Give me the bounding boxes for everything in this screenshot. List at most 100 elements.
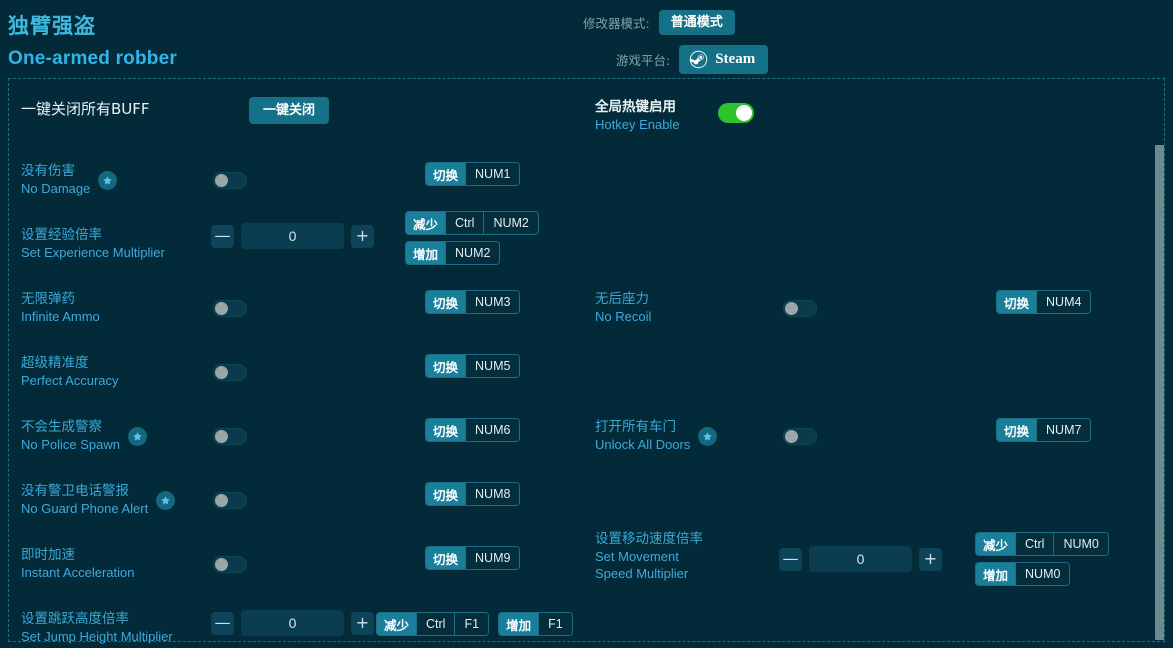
cheat-toggle[interactable]	[213, 428, 247, 445]
stepper-value-input[interactable]: 0	[809, 546, 912, 572]
hotkey-chip[interactable]: 切换 NUM8	[425, 482, 521, 506]
hotkey-chip[interactable]: 减少 Ctrl F1	[376, 612, 490, 636]
hotkey-enable-label-zh: 全局热键启用	[595, 99, 676, 115]
cheat-toggle[interactable]	[213, 492, 247, 509]
cheat-label-en: Instant Acceleration	[21, 565, 135, 580]
favorite-star-icon[interactable]	[156, 490, 176, 510]
cheat-label-en: No Damage	[21, 181, 91, 196]
cheat-label: 没有伤害 No Damage	[21, 163, 118, 197]
hotkey-chip[interactable]: 切换 NUM3	[425, 290, 521, 314]
cheat-stepper: — 0 +	[211, 223, 374, 249]
cheat-label-en: No Police Spawn	[21, 437, 120, 452]
hotkey-action-label: 增加	[976, 563, 1016, 585]
close-all-buffs-button[interactable]: 一键关闭	[249, 97, 330, 124]
favorite-star-icon[interactable]	[128, 426, 147, 446]
hotkey-group: 切换 NUM9	[425, 546, 521, 570]
hotkey-group: 切换 NUM5	[425, 354, 521, 378]
game-platform-button[interactable]: Steam	[679, 45, 769, 74]
stepper-decrement-button[interactable]: —	[211, 611, 234, 635]
hotkey-key: NUM0	[1015, 563, 1070, 585]
hotkey-enable-row: 全局热键启用 Hotkey Enable	[595, 99, 680, 133]
cheat-label-en: Perfect Accuracy	[21, 373, 119, 388]
hotkey-enable-toggle[interactable]	[718, 103, 754, 123]
cheat-label-zh: 设置经验倍率	[21, 227, 102, 243]
hotkey-chip[interactable]: 切换 NUM4	[996, 290, 1092, 314]
trainer-window: 独臂强盗 One-armed robber 修改器模式: 普通模式 游戏平台: …	[0, 0, 1173, 648]
hotkey-action-label: 增加	[406, 242, 446, 264]
scrollbar-thumb[interactable]	[1155, 145, 1164, 640]
trainer-mode-button[interactable]: 普通模式	[658, 10, 735, 35]
hotkey-chip[interactable]: 增加 NUM2	[405, 241, 501, 265]
cheat-toggle[interactable]	[783, 300, 817, 317]
hotkey-chip[interactable]: 增加 F1	[498, 612, 573, 636]
stepper-value-input[interactable]: 0	[241, 223, 344, 249]
hotkey-chip[interactable]: 增加 NUM0	[975, 562, 1071, 586]
cheat-label-zh: 无限弹药	[21, 291, 75, 307]
hotkey-key: Ctrl	[416, 613, 455, 635]
cheat-label: 即时加速 Instant Acceleration	[21, 547, 134, 581]
trainer-mode-field: 修改器模式: 普通模式	[583, 10, 735, 35]
cheat-label-en: Set Movement Speed Multiplier	[595, 549, 689, 581]
cheat-label-zh: 超级精准度	[21, 355, 89, 371]
stepper-increment-button[interactable]: +	[919, 547, 942, 571]
hotkey-enable-label-en: Hotkey Enable	[595, 117, 680, 132]
hotkey-group: 减少 Ctrl NUM0 增加 NUM0	[975, 532, 1109, 586]
game-platform-label: 游戏平台:	[616, 53, 671, 68]
stepper-increment-button[interactable]: +	[351, 611, 374, 635]
cheat-label-zh: 打开所有车门	[595, 419, 676, 435]
close-all-buffs-row: 一键关闭所有BUFF	[21, 101, 150, 118]
cheat-label-zh: 无后座力	[595, 291, 649, 307]
hotkey-action-label: 增加	[499, 613, 539, 635]
hotkey-chip[interactable]: 减少 Ctrl NUM2	[405, 211, 539, 235]
hotkey-group: 切换 NUM3	[425, 290, 521, 314]
cheat-label-zh: 设置跳跃高度倍率	[21, 611, 129, 627]
hotkey-chip[interactable]: 切换 NUM7	[996, 418, 1092, 442]
hotkey-chip[interactable]: 切换 NUM6	[425, 418, 521, 442]
hotkey-group: 切换 NUM1	[425, 162, 521, 186]
hotkey-chip[interactable]: 切换 NUM1	[425, 162, 521, 186]
hotkey-action-label: 减少	[406, 212, 446, 234]
cheat-label-zh: 没有伤害	[21, 163, 75, 179]
cheat-label-zh: 即时加速	[21, 547, 75, 563]
stepper-value-input[interactable]: 0	[241, 610, 344, 636]
hotkey-key: NUM2	[445, 242, 500, 264]
hotkey-key: NUM6	[465, 419, 520, 441]
hotkey-action-label: 减少	[976, 533, 1016, 555]
hotkey-action-label: 切换	[426, 163, 466, 185]
stepper-decrement-button[interactable]: —	[211, 224, 234, 248]
hotkey-chip[interactable]: 切换 NUM5	[425, 354, 521, 378]
toggle-knob	[215, 558, 228, 571]
cheat-toggle[interactable]	[213, 556, 247, 573]
cheat-label-en: No Recoil	[595, 309, 652, 324]
steam-label: Steam	[715, 51, 756, 67]
cheat-label: 设置经验倍率 Set Experience Multiplier	[21, 227, 165, 261]
toggle-knob	[215, 366, 228, 379]
toggle-knob	[736, 105, 752, 121]
hotkey-key: NUM0	[1053, 533, 1108, 555]
cheat-label-zh: 没有警卫电话警报	[21, 483, 129, 499]
hotkey-group: 减少 Ctrl F1 增加 F1	[376, 612, 573, 636]
toggle-knob	[785, 302, 798, 315]
hotkey-chip[interactable]: 减少 Ctrl NUM0	[975, 532, 1109, 556]
cheat-label-en: Unlock All Doors	[595, 437, 691, 452]
stepper-decrement-button[interactable]: —	[779, 547, 802, 571]
cheat-label-en: No Guard Phone Alert	[21, 501, 149, 516]
cheat-toggle[interactable]	[213, 364, 247, 381]
hotkey-chip[interactable]: 切换 NUM9	[425, 546, 521, 570]
favorite-star-icon[interactable]	[698, 426, 718, 446]
header: 独臂强盗 One-armed robber 修改器模式: 普通模式 游戏平台: …	[0, 0, 1173, 74]
hotkey-key: Ctrl	[1015, 533, 1054, 555]
favorite-star-icon[interactable]	[98, 170, 118, 190]
cheat-label: 打开所有车门 Unlock All Doors	[595, 419, 718, 453]
cheat-label-en: Set Experience Multiplier	[21, 245, 165, 260]
cheat-toggle[interactable]	[213, 172, 247, 189]
hotkey-enable-label: 全局热键启用 Hotkey Enable	[595, 99, 680, 133]
stepper-increment-button[interactable]: +	[351, 224, 374, 248]
cheat-toggle[interactable]	[783, 428, 817, 445]
cheat-toggle[interactable]	[213, 300, 247, 317]
steam-icon	[689, 50, 708, 69]
close-all-buffs-label: 一键关闭所有BUFF	[21, 101, 150, 118]
cheat-label: 设置移动速度倍率 Set Movement Speed Multiplier	[595, 531, 720, 582]
trainer-mode-label: 修改器模式:	[583, 16, 650, 31]
hotkey-action-label: 切换	[997, 419, 1037, 441]
